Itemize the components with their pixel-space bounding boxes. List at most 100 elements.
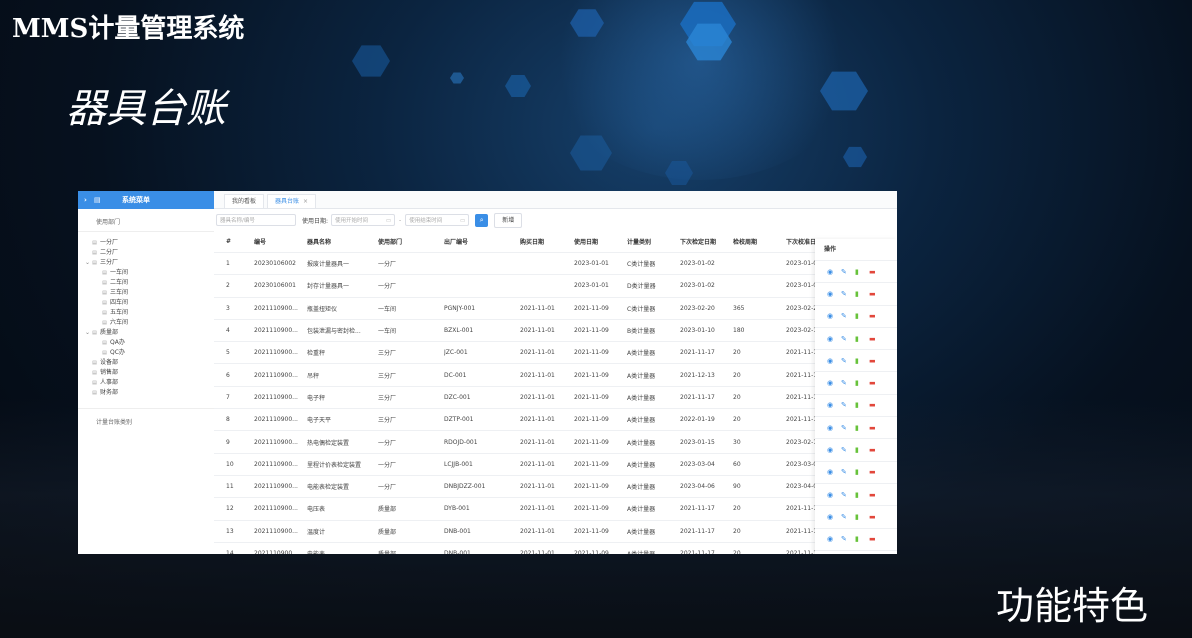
end-date-input[interactable]: 使用结束时间 ▭ — [405, 214, 470, 227]
add-button[interactable]: 新增 — [494, 212, 523, 228]
column-header[interactable]: 使用日期 — [574, 237, 627, 246]
delete-icon[interactable]: ▬ — [869, 268, 883, 276]
table-row[interactable]: 10 2021110900... 里程计价表检定装置 一分厂 LCJJB-001 2021… — [214, 454, 897, 476]
view-icon[interactable]: ◉ — [827, 335, 841, 343]
column-header[interactable]: 下次校准日 — [786, 237, 815, 246]
clipboard-icon[interactable]: ▮ — [855, 268, 869, 276]
column-header[interactable]: 购买日期 — [520, 237, 574, 246]
tree-node[interactable]: ▤ 二分厂 — [78, 248, 214, 258]
clipboard-icon[interactable]: ▮ — [855, 491, 869, 499]
table-row[interactable]: 3 2021110900... 瓶盖扭矩仪 一车间 PGNJY-001 2021-11-0… — [214, 298, 897, 320]
column-header[interactable]: 器具名称 — [307, 237, 378, 246]
delete-icon[interactable]: ▬ — [869, 513, 883, 521]
edit-icon[interactable]: ✎ — [841, 446, 855, 454]
tree-node[interactable]: ▤ QC办 — [78, 348, 214, 358]
sidebar-header[interactable]: › ▤ 系统菜单 — [78, 191, 214, 209]
column-header[interactable]: 编号 — [254, 237, 307, 246]
clipboard-icon[interactable]: ▮ — [855, 335, 869, 343]
table-row[interactable]: 6 2021110900... 吊秤 三分厂 DC-001 2021-11-01 2021-… — [214, 364, 897, 387]
edit-icon[interactable]: ✎ — [841, 268, 855, 276]
clipboard-icon[interactable]: ▮ — [855, 290, 869, 298]
table-row[interactable]: 13 2021110900... 温度计 质量部 DNB-001 2021-11-01 20… — [214, 521, 897, 543]
search-button[interactable]: ⌕ — [475, 213, 489, 227]
view-icon[interactable]: ◉ — [827, 424, 841, 432]
edit-icon[interactable]: ✎ — [841, 357, 855, 365]
column-header[interactable]: 下次检定日期 — [680, 237, 733, 246]
delete-icon[interactable]: ▬ — [869, 446, 883, 454]
clipboard-icon[interactable]: ▮ — [855, 424, 869, 432]
edit-icon[interactable]: ✎ — [841, 312, 855, 320]
edit-icon[interactable]: ✎ — [841, 491, 855, 499]
view-icon[interactable]: ◉ — [827, 535, 841, 543]
calendar-icon[interactable]: ▭ — [460, 215, 465, 227]
delete-icon[interactable]: ▬ — [869, 468, 883, 476]
edit-icon[interactable]: ✎ — [841, 401, 855, 409]
table-row[interactable]: 2 20230106001 封存计量器具一 一分厂 2023-01-01 D类计量器 202… — [214, 275, 897, 298]
view-icon[interactable]: ◉ — [827, 379, 841, 387]
clipboard-icon[interactable]: ▮ — [855, 535, 869, 543]
table-row[interactable]: 11 2021110900... 电能表检定装置 一分厂 DNBJDZZ-001 2021… — [214, 476, 897, 499]
edit-icon[interactable]: ✎ — [841, 468, 855, 476]
column-header[interactable]: 计量类别 — [627, 237, 680, 246]
tree-node[interactable]: ▤ 设备部 — [78, 358, 214, 368]
chevron-down-icon[interactable]: ⌄ — [84, 328, 91, 338]
column-header[interactable]: 使用部门 — [378, 237, 444, 246]
table-row[interactable]: 8 2021110900... 电子天平 三分厂 DZTP-001 2021-11-01 2… — [214, 409, 897, 432]
table-row[interactable]: 9 2021110900... 热电偶检定装置 一分厂 RDOJD-001 2021-11… — [214, 431, 897, 454]
tree-node[interactable]: ▤ 人事部 — [78, 378, 214, 388]
delete-icon[interactable]: ▬ — [869, 491, 883, 499]
table-row[interactable]: 1 20230106002 报废计量器具一 一分厂 2023-01-01 C类计量器 202… — [214, 253, 897, 276]
close-icon[interactable]: × — [303, 198, 308, 205]
tree-node[interactable]: ▤ 五车间 — [78, 308, 214, 318]
start-date-input[interactable]: 使用开始时间 ▭ — [331, 214, 396, 226]
view-icon[interactable]: ◉ — [827, 312, 841, 320]
table-row[interactable]: 4 2021110900... 包装泄漏与密封检... 一车间 BZXL-001 2021… — [214, 320, 897, 343]
column-header[interactable]: 检校周期 — [733, 237, 786, 246]
edit-icon[interactable]: ✎ — [841, 513, 855, 521]
delete-icon[interactable]: ▬ — [869, 357, 883, 365]
delete-icon[interactable]: ▬ — [869, 401, 883, 409]
view-icon[interactable]: ◉ — [827, 290, 841, 298]
menu-icon[interactable]: ▤ — [94, 196, 110, 204]
table-row[interactable]: 5 2021110900... 检重秤 三分厂 JZC-001 2021-11-01 202… — [214, 342, 897, 365]
delete-icon[interactable]: ▬ — [869, 335, 883, 343]
view-icon[interactable]: ◉ — [827, 268, 841, 276]
delete-icon[interactable]: ▬ — [869, 312, 883, 320]
tree-node[interactable]: ▤ QA办 — [78, 338, 214, 348]
view-icon[interactable]: ◉ — [827, 468, 841, 476]
clipboard-icon[interactable]: ▮ — [855, 401, 869, 409]
table-row[interactable]: 14 2021110900... 电能表质量部DNB-001 2021-11-01 20… — [214, 543, 897, 554]
tree-node[interactable]: ⌄ ▤ 质量部 — [78, 328, 214, 338]
view-icon[interactable]: ◉ — [827, 446, 841, 454]
edit-icon[interactable]: ✎ — [841, 535, 855, 543]
delete-icon[interactable]: ▬ — [869, 424, 883, 432]
edit-icon[interactable]: ✎ — [841, 335, 855, 343]
tab[interactable]: 器具台账 × — [267, 194, 317, 208]
delete-icon[interactable]: ▬ — [869, 290, 883, 298]
view-icon[interactable]: ◉ — [827, 401, 841, 409]
delete-icon[interactable]: ▬ — [869, 535, 883, 543]
section-label-category[interactable]: 计量台账类别 — [78, 409, 214, 429]
edit-icon[interactable]: ✎ — [841, 424, 855, 432]
tree-node[interactable]: ▤ 销售部 — [78, 368, 214, 378]
tab[interactable]: 我的看板 — [224, 194, 265, 208]
tree-node[interactable]: ▤ 六车间 — [78, 318, 214, 328]
edit-icon[interactable]: ✎ — [841, 379, 855, 387]
clipboard-icon[interactable]: ▮ — [855, 446, 869, 454]
tree-node[interactable]: ▤ 四车间 — [78, 298, 214, 308]
clipboard-icon[interactable]: ▮ — [855, 357, 869, 365]
table-row[interactable]: 12 2021110900... 电压表 质量部 DYB-001 2021-11-01 20… — [214, 498, 897, 521]
tree-node[interactable]: ▤ 二车间 — [78, 278, 214, 288]
view-icon[interactable]: ◉ — [827, 513, 841, 521]
chevron-right-icon[interactable]: › — [84, 196, 94, 204]
column-header[interactable]: 出厂编号 — [444, 237, 520, 246]
tree-node[interactable]: ▤ 三车间 — [78, 288, 214, 298]
tree-node[interactable]: ▤ 一分厂 — [78, 238, 214, 248]
name-search-input[interactable]: 器具名称/编号 — [216, 214, 296, 226]
clipboard-icon[interactable]: ▮ — [855, 379, 869, 387]
clipboard-icon[interactable]: ▮ — [855, 513, 869, 521]
clipboard-icon[interactable]: ▮ — [855, 312, 869, 320]
view-icon[interactable]: ◉ — [827, 357, 841, 365]
edit-icon[interactable]: ✎ — [841, 290, 855, 298]
tree-node[interactable]: ▤ 一车间 — [78, 268, 214, 278]
